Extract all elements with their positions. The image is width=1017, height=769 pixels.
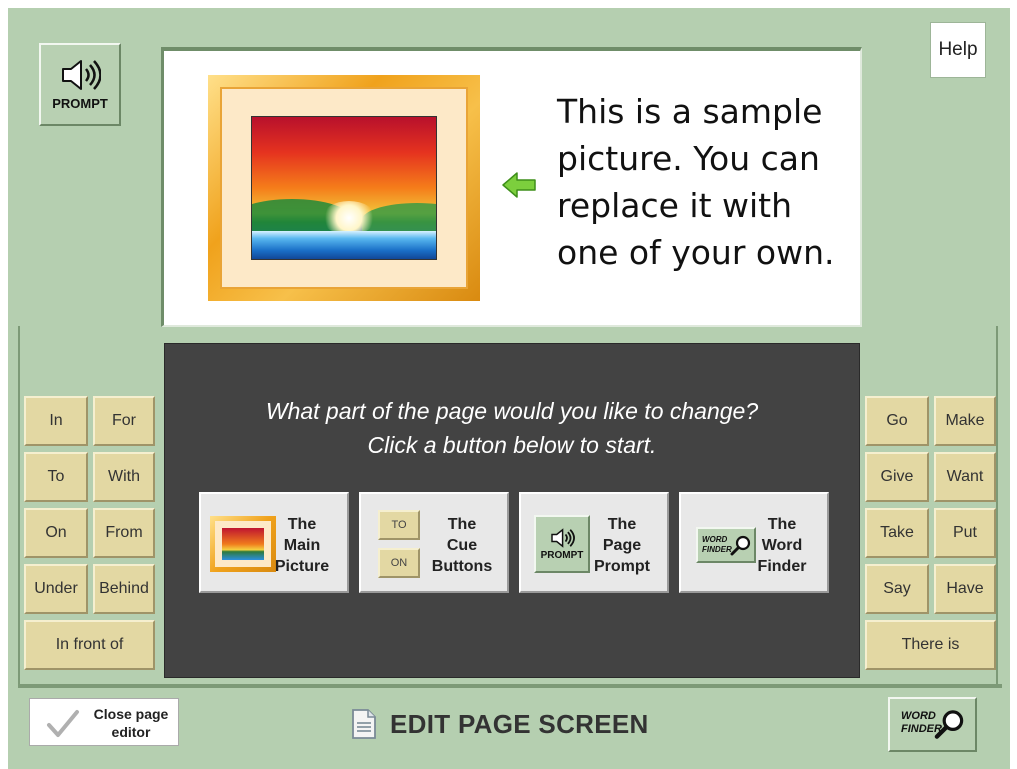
edit-page-prompt-label: The Page Prompt [594, 516, 650, 575]
cue-button-to[interactable]: To [24, 452, 88, 502]
edit-word-finder-button[interactable]: WORD FINDER The Word Finder [679, 492, 829, 593]
cue-button-from[interactable]: From [93, 508, 155, 558]
edit-page-prompt-button[interactable]: PROMPT The Page Prompt [519, 492, 669, 593]
right-edge-line [996, 326, 998, 686]
cue-button-go[interactable]: Go [865, 396, 929, 446]
mini-prompt-icon: PROMPT [534, 515, 590, 573]
footer-divider [18, 684, 1002, 688]
cue-button-give[interactable]: Give [865, 452, 929, 502]
magnifier-icon [934, 710, 964, 739]
sample-picture-text: This is a sample picture. You can replac… [557, 92, 835, 272]
cue-button-take[interactable]: Take [865, 508, 929, 558]
picture-mat [220, 87, 468, 289]
edit-question-line-1: What part of the page would you like to … [265, 398, 759, 424]
edit-word-finder-label: The Word Finder [757, 516, 807, 575]
speaker-icon [62, 60, 101, 90]
prompt-button[interactable]: PROMPT [39, 43, 121, 126]
cue-button-in-front-of[interactable]: In front of [24, 620, 155, 670]
cue-button-for[interactable]: For [93, 396, 155, 446]
cue-button-want[interactable]: Want [934, 452, 996, 502]
edit-question-line-2: Click a button below to start. [367, 432, 657, 458]
cue-button-say[interactable]: Say [865, 564, 929, 614]
close-page-editor-button[interactable]: Close page editor [29, 698, 179, 746]
prompt-button-label: PROMPT [52, 96, 108, 111]
edit-main-picture-label: The Main Picture [274, 516, 330, 575]
page-title: EDIT PAGE SCREEN [350, 704, 649, 744]
sunset-image [251, 116, 437, 260]
cue-button-have[interactable]: Have [934, 564, 996, 614]
edit-main-picture-button[interactable]: The Main Picture [199, 492, 349, 593]
cue-button-make[interactable]: Make [934, 396, 996, 446]
cue-button-behind[interactable]: Behind [93, 564, 155, 614]
help-button[interactable]: Help [930, 22, 986, 78]
app-window: PROMPT Help This is a sample picture. Yo… [0, 0, 1017, 769]
page-title-text: EDIT PAGE SCREEN [390, 708, 649, 739]
left-arrow-icon [502, 172, 536, 198]
left-edge-line [18, 326, 20, 686]
cue-button-there-is[interactable]: There is [865, 620, 996, 670]
cue-button-under[interactable]: Under [24, 564, 88, 614]
speaker-icon [551, 527, 575, 548]
cue-button-with[interactable]: With [93, 452, 155, 502]
edit-question: What part of the page would you like to … [164, 394, 860, 462]
main-picture[interactable] [208, 75, 480, 301]
cue-button-put[interactable]: Put [934, 508, 996, 558]
mini-cue-to-icon: TO [378, 510, 420, 540]
cue-button-in[interactable]: In [24, 396, 88, 446]
mini-cue-on-icon: ON [378, 548, 420, 578]
cue-button-on[interactable]: On [24, 508, 88, 558]
document-icon [352, 709, 376, 739]
close-page-editor-label: Close page editor [93, 706, 169, 740]
edit-cue-buttons-button[interactable]: TO ON The Cue Buttons [359, 492, 509, 593]
word-finder-button[interactable]: WORD FINDER [888, 697, 977, 752]
edit-cue-buttons-label: The Cue Buttons [431, 516, 493, 575]
checkmark-icon [47, 710, 79, 737]
